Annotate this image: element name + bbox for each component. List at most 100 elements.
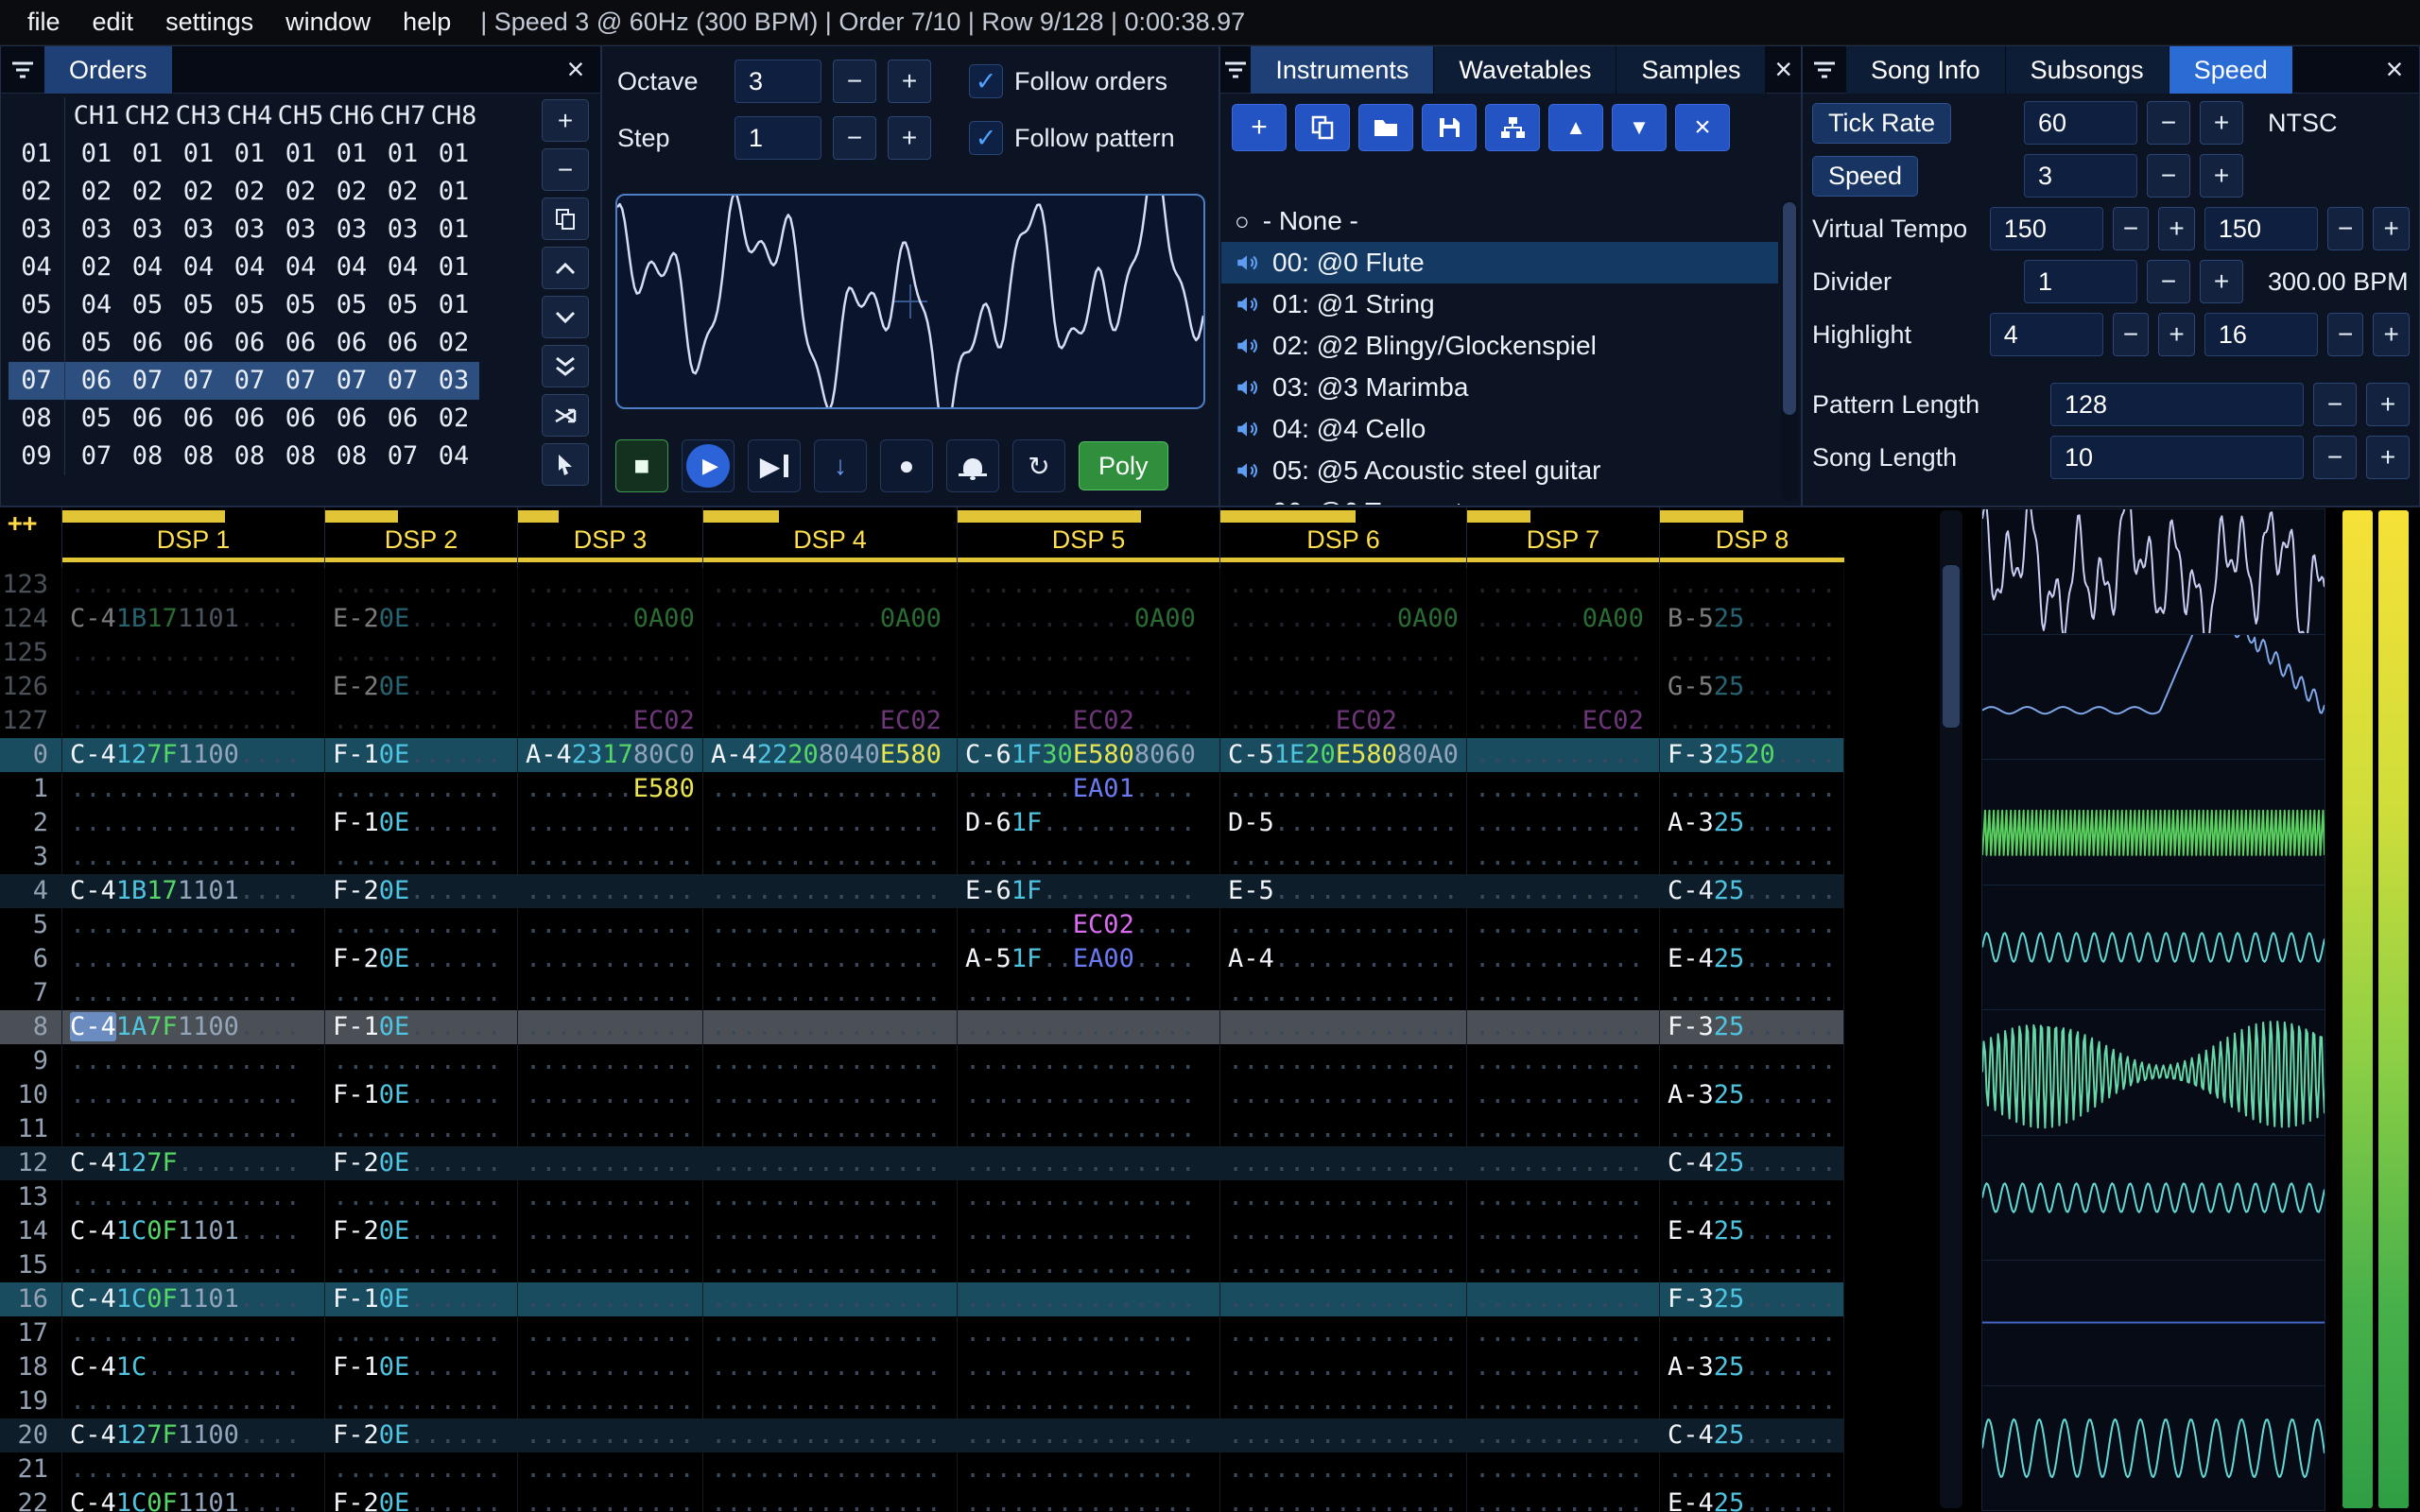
orders-row[interactable]: 05 04 05 05 05 05 05 05 01 bbox=[9, 286, 479, 324]
order-cell[interactable]: 05 bbox=[122, 286, 173, 324]
order-cell[interactable]: 05 bbox=[71, 400, 122, 438]
pattern-cell[interactable]: A-325...... bbox=[1659, 806, 1844, 840]
order-cell[interactable]: 06 bbox=[275, 400, 326, 438]
order-cell[interactable]: 03 bbox=[428, 362, 479, 400]
pattern-cell[interactable]: ........... bbox=[1659, 908, 1844, 942]
highlight-first-input[interactable]: 4 bbox=[1989, 313, 2103, 356]
channel-header[interactable]: DSP 1 bbox=[61, 507, 324, 568]
pattern-cell[interactable]: C-41C.......... bbox=[61, 1350, 324, 1384]
pattern-length-increase-button[interactable]: + bbox=[2366, 383, 2410, 426]
order-duplicate-end-button[interactable] bbox=[542, 345, 589, 387]
orders-row[interactable]: 07 06 07 07 07 07 07 07 03 bbox=[9, 362, 479, 400]
instrument-item[interactable]: 04: @4 Cello bbox=[1221, 408, 1778, 450]
pattern-cell[interactable]: F-20E...... bbox=[324, 1418, 517, 1452]
instrument-add-button[interactable]: + bbox=[1232, 104, 1287, 151]
pattern-cell[interactable]: ........... bbox=[1466, 840, 1659, 874]
order-move-up-button[interactable] bbox=[542, 247, 589, 289]
pattern-cell[interactable]: ........... bbox=[1466, 908, 1659, 942]
pattern-cell[interactable]: ............... bbox=[702, 1214, 957, 1248]
instrument-organize-button[interactable] bbox=[1485, 104, 1540, 151]
pattern-scrollbar[interactable] bbox=[1940, 510, 1962, 1508]
pattern-cell[interactable]: F-32520.... bbox=[1659, 738, 1844, 772]
order-cell[interactable]: 05 bbox=[224, 286, 275, 324]
pattern-cell[interactable]: ............... bbox=[702, 874, 957, 908]
pattern-cell[interactable]: ........... bbox=[517, 568, 702, 602]
pattern-cell[interactable]: ............... bbox=[1219, 1112, 1466, 1146]
pattern-cell[interactable]: C-51E20E58080A0 bbox=[1219, 738, 1466, 772]
pattern-cell[interactable]: ............... bbox=[702, 568, 957, 602]
instrument-duplicate-button[interactable] bbox=[1295, 104, 1350, 151]
pattern-cell[interactable]: ........... bbox=[517, 1112, 702, 1146]
order-cell[interactable]: 04 bbox=[377, 249, 428, 286]
pattern-cell[interactable]: F-10E...... bbox=[324, 738, 517, 772]
window-menu-icon[interactable] bbox=[1, 60, 44, 79]
pattern-cell[interactable]: ........... bbox=[1466, 806, 1659, 840]
pattern-cell[interactable]: ........... bbox=[324, 1452, 517, 1486]
pattern-cell[interactable]: ........... bbox=[517, 1214, 702, 1248]
pattern-cell[interactable]: ............... bbox=[61, 1112, 324, 1146]
pattern-cell[interactable]: C-41A7F1100.... bbox=[61, 1010, 324, 1044]
order-cell[interactable]: 04 bbox=[71, 286, 122, 324]
instrument-open-button[interactable] bbox=[1358, 104, 1413, 151]
order-cell[interactable]: 01 bbox=[428, 249, 479, 286]
pattern-cell[interactable]: .......E580 bbox=[517, 772, 702, 806]
pattern-cell[interactable]: ........... bbox=[324, 1316, 517, 1350]
pattern-cell[interactable]: E-5............ bbox=[1219, 874, 1466, 908]
highlight-second-decrease-button[interactable]: − bbox=[2326, 313, 2364, 356]
pattern-cell[interactable]: A-4............ bbox=[1219, 942, 1466, 976]
tab-song-info[interactable]: Song Info bbox=[1846, 45, 2006, 94]
order-cell[interactable]: 03 bbox=[122, 211, 173, 249]
tick-rate-input[interactable]: 60 bbox=[2024, 101, 2137, 145]
pattern-cell[interactable]: .......EC02.... bbox=[957, 908, 1219, 942]
highlight-second-input[interactable]: 16 bbox=[2204, 313, 2318, 356]
pattern-cell[interactable]: ............... bbox=[61, 1384, 324, 1418]
order-cell[interactable]: 04 bbox=[428, 438, 479, 475]
pattern-cell[interactable]: ............... bbox=[702, 636, 957, 670]
order-cell[interactable]: 01 bbox=[224, 135, 275, 173]
pattern-cell[interactable]: C-4127F........ bbox=[61, 1146, 324, 1180]
orders-row[interactable]: 09 07 08 08 08 08 08 07 04 bbox=[9, 438, 479, 475]
instrument-item[interactable]: 03: @3 Marimba bbox=[1221, 367, 1778, 408]
pattern-cell[interactable]: ........... bbox=[1466, 1010, 1659, 1044]
pattern-cell[interactable]: ........... bbox=[324, 1384, 517, 1418]
pattern-cell[interactable]: F-10E...... bbox=[324, 1350, 517, 1384]
pattern-cell[interactable]: ........... bbox=[1659, 1316, 1844, 1350]
pattern-cell[interactable]: ............... bbox=[1219, 1486, 1466, 1512]
pattern-cell[interactable]: C-4127F1100.... bbox=[61, 1418, 324, 1452]
pattern-cell[interactable]: ............... bbox=[957, 1350, 1219, 1384]
pattern-cell[interactable]: ............... bbox=[957, 1384, 1219, 1418]
song-length-increase-button[interactable]: + bbox=[2366, 436, 2410, 479]
pattern-cell[interactable]: ............... bbox=[957, 1078, 1219, 1112]
play-from-cursor-button[interactable]: ▶ bbox=[748, 439, 801, 492]
pattern-cell[interactable]: ........... bbox=[324, 1044, 517, 1078]
pattern-cell[interactable]: D-61F.......... bbox=[957, 806, 1219, 840]
pattern-cell[interactable]: ............... bbox=[1219, 976, 1466, 1010]
order-cell[interactable]: 06 bbox=[173, 400, 224, 438]
pattern-cell[interactable]: ............... bbox=[702, 670, 957, 704]
pattern-cell[interactable]: F-20E...... bbox=[324, 1214, 517, 1248]
pattern-cell[interactable]: A-325...... bbox=[1659, 1078, 1844, 1112]
pattern-cell[interactable]: ........... bbox=[1466, 1248, 1659, 1282]
step-decrease-button[interactable]: − bbox=[833, 116, 876, 160]
pattern-cell[interactable]: ........... bbox=[324, 976, 517, 1010]
virtual-tempo-den-increase-button[interactable]: + bbox=[2373, 207, 2410, 250]
pattern-cell[interactable]: ............... bbox=[61, 908, 324, 942]
close-icon[interactable]: × bbox=[1766, 52, 1801, 87]
order-cell[interactable]: 02 bbox=[71, 249, 122, 286]
pattern-cell[interactable]: ............... bbox=[702, 840, 957, 874]
pattern-cell[interactable]: ............... bbox=[1219, 1180, 1466, 1214]
pattern-cell[interactable]: ........... bbox=[1466, 1282, 1659, 1316]
pattern-cell[interactable]: C-4127F1100.... bbox=[61, 738, 324, 772]
order-cell[interactable]: 02 bbox=[326, 173, 377, 211]
pattern-length-input[interactable]: 128 bbox=[2050, 383, 2304, 426]
instrument-move-down-button[interactable]: ▼ bbox=[1612, 104, 1667, 151]
order-randomize-button[interactable] bbox=[542, 394, 589, 437]
pattern-cell[interactable]: .......0A00 bbox=[517, 602, 702, 636]
pattern-cell[interactable]: ........... bbox=[1466, 1112, 1659, 1146]
pattern-cell[interactable]: F-20E...... bbox=[324, 1486, 517, 1512]
pattern-cell[interactable]: ........... bbox=[1659, 976, 1844, 1010]
pattern-cell[interactable]: ............... bbox=[957, 1316, 1219, 1350]
pattern-cell[interactable]: ........... bbox=[517, 1078, 702, 1112]
tab-orders[interactable]: Orders bbox=[44, 45, 173, 94]
instrument-save-button[interactable] bbox=[1422, 104, 1477, 151]
